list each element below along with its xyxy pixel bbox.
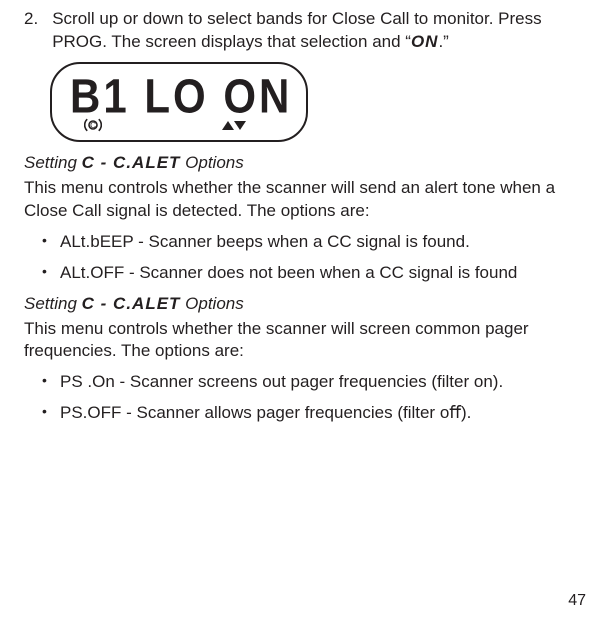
list-item: ALt.OFF - Scanner does not been when a C… (24, 262, 584, 285)
close-call-icon: C (84, 116, 102, 134)
step-body: Scroll up or down to select bands for Cl… (52, 8, 584, 54)
up-down-arrows-icon (222, 118, 246, 134)
page-number: 47 (568, 590, 586, 612)
list-item: PS .On - Scanner screens out pager frequ… (24, 371, 584, 394)
step-text-after: .” (438, 32, 448, 51)
section-1-heading: Setting C - C.ALET Options (24, 152, 584, 175)
section-2-description: This menu controls whether the scanner w… (24, 318, 584, 364)
lcd-icons-row: C (52, 116, 306, 134)
section-2-heading: Setting C - C.ALET Options (24, 293, 584, 316)
section-1-options: ALt.bEEP - Scanner beeps when a CC signa… (24, 231, 584, 285)
triangle-up-icon (222, 121, 234, 130)
lcd-text: B1 LO ON (70, 72, 294, 120)
section-2-heading-prefix: Setting (24, 294, 82, 313)
step-lcd-word: ON (411, 32, 439, 51)
list-item: PS.OFF - Scanner allows pager frequencie… (24, 402, 584, 425)
section-1-description: This menu controls whether the scanner w… (24, 177, 584, 223)
section-2-heading-code: C - C.ALET (82, 294, 181, 313)
section-1-heading-suffix: Options (180, 153, 243, 172)
lcd-display-wrap: B1 LO ON C (50, 62, 584, 142)
section-1-heading-code: C - C.ALET (82, 153, 181, 172)
section-2-heading-suffix: Options (180, 294, 243, 313)
section-1-heading-prefix: Setting (24, 153, 82, 172)
step-number: 2. (24, 8, 38, 54)
svg-text:C: C (90, 121, 96, 130)
step-2: 2. Scroll up or down to select bands for… (24, 8, 584, 54)
lcd-display: B1 LO ON C (50, 62, 308, 142)
section-2-options: PS .On - Scanner screens out pager frequ… (24, 371, 584, 425)
triangle-down-icon (234, 121, 246, 130)
list-item: ALt.bEEP - Scanner beeps when a CC signa… (24, 231, 584, 254)
step-text-before: Scroll up or down to select bands for Cl… (52, 9, 541, 51)
